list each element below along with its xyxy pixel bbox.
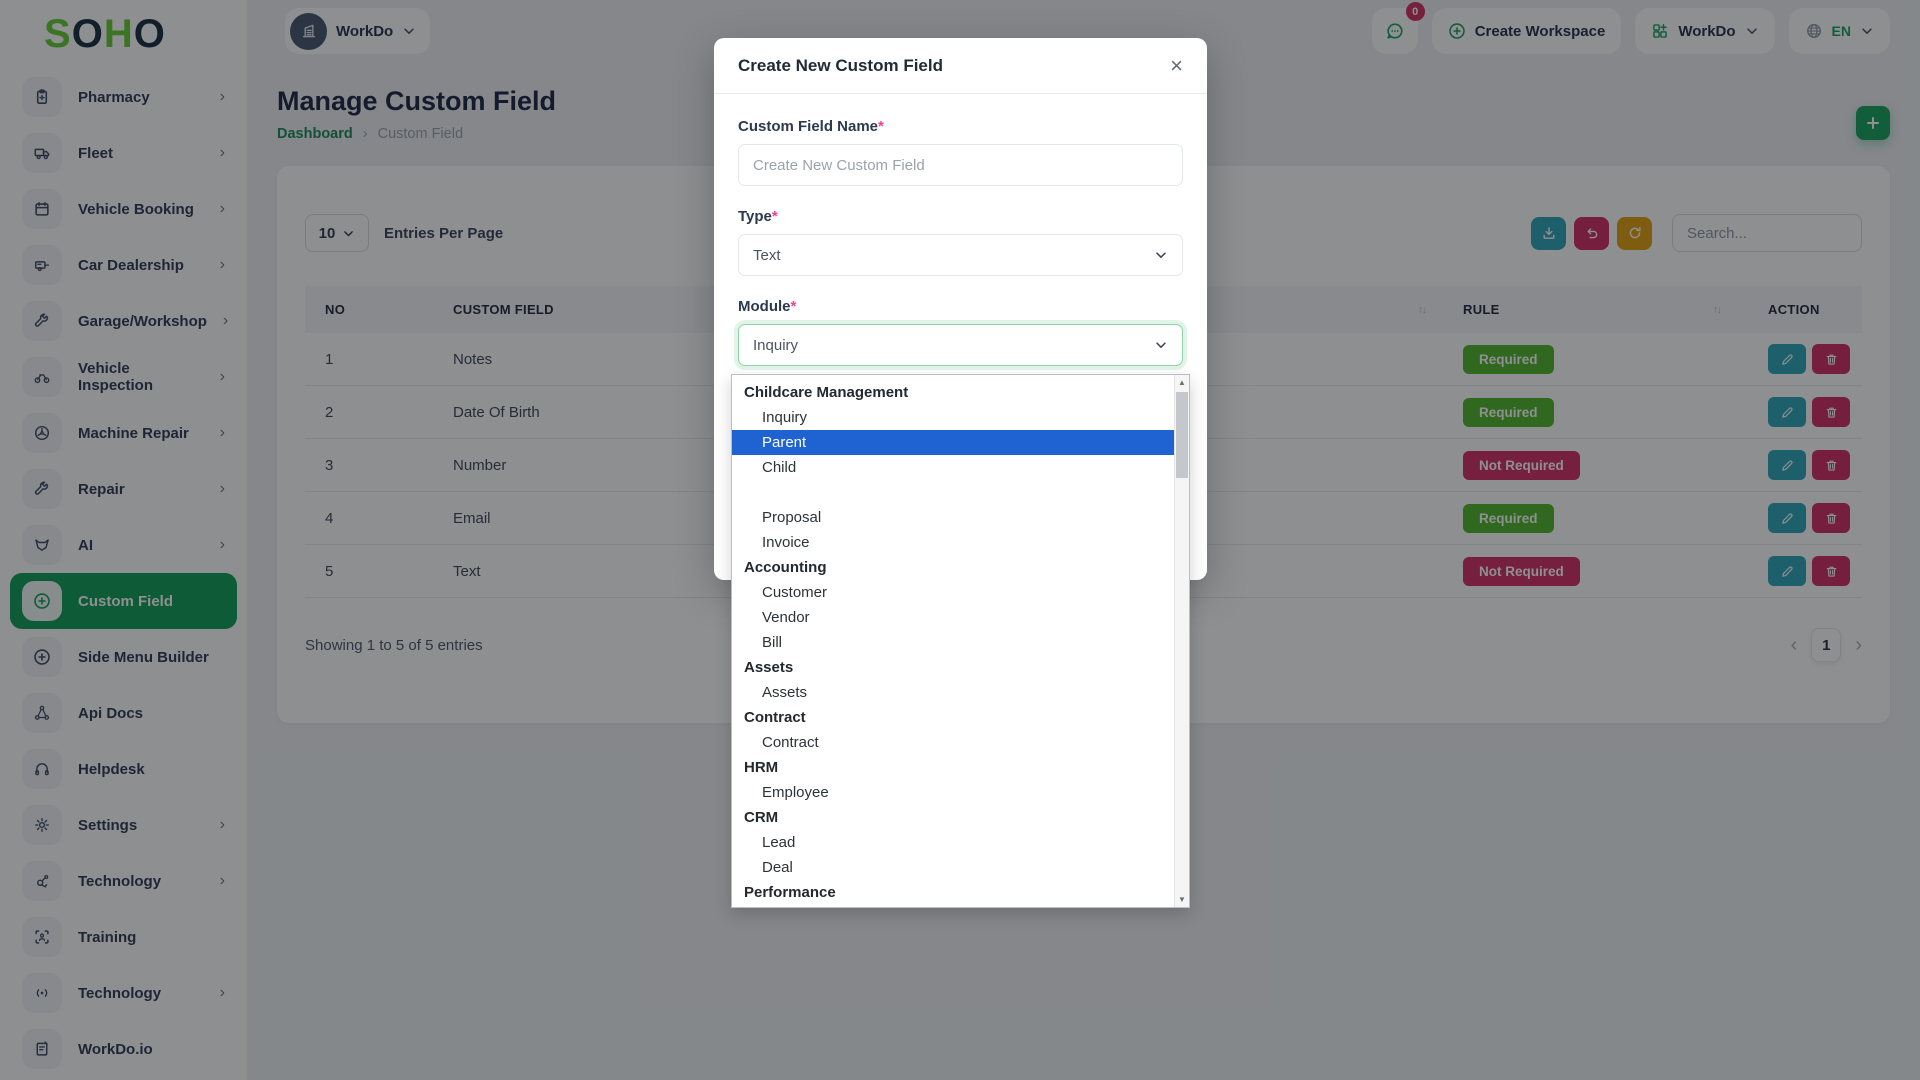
dropdown-group-label: Performance — [744, 884, 836, 901]
required-asterisk: * — [771, 208, 778, 225]
dropdown-group-label — [732, 480, 1174, 505]
dropdown-option[interactable]: Invoice — [732, 530, 1174, 555]
dropdown-scrollbar[interactable]: ▲ ▼ — [1174, 375, 1189, 907]
dropdown-option[interactable]: Contract — [732, 730, 1174, 755]
dropdown-option-selected[interactable]: Parent — [732, 430, 1174, 455]
dropdown-group-label: Contract — [744, 709, 806, 726]
type-label: Type* — [738, 208, 778, 225]
dropdown-option[interactable]: Deal — [732, 855, 1174, 880]
dropdown-group-label: Assets — [744, 659, 794, 676]
dropdown-option[interactable]: Employee — [732, 780, 1174, 805]
dropdown-option[interactable]: Assets — [732, 680, 1174, 705]
chevron-down-icon — [1154, 248, 1168, 262]
module-dropdown-list: Childcare Management Inquiry Parent Chil… — [731, 374, 1190, 908]
modal-title: Create New Custom Field — [738, 55, 943, 75]
scrollbar-down-arrow[interactable]: ▼ — [1175, 892, 1189, 907]
module-label: Module* — [738, 298, 797, 315]
chevron-down-icon — [1154, 338, 1168, 352]
module-select-value: Inquiry — [753, 336, 799, 354]
type-select-value: Text — [753, 246, 781, 264]
dropdown-option[interactable]: Proposal — [732, 505, 1174, 530]
dropdown-option[interactable]: Child — [732, 455, 1174, 480]
dropdown-option[interactable]: Customer — [732, 580, 1174, 605]
dropdown-group-label: Accounting — [744, 559, 827, 576]
module-select[interactable]: Inquiry — [738, 324, 1183, 366]
dropdown-option[interactable]: Vendor — [732, 605, 1174, 630]
close-icon[interactable]: × — [1170, 54, 1183, 77]
dropdown-option[interactable]: Lead — [732, 830, 1174, 855]
dropdown-group-label: Childcare Management — [744, 384, 909, 401]
dropdown-group-label: CRM — [744, 809, 779, 826]
custom-field-name-input[interactable] — [738, 144, 1183, 186]
required-asterisk: * — [790, 298, 797, 315]
required-asterisk: * — [878, 118, 884, 135]
custom-field-name-label: Custom Field Name* — [738, 118, 884, 135]
scrollbar-thumb[interactable] — [1176, 392, 1188, 478]
dropdown-group-label: HRM — [744, 759, 779, 776]
dropdown-option[interactable]: Inquiry — [732, 405, 1174, 430]
dropdown-option[interactable]: Bill — [732, 630, 1174, 655]
scrollbar-up-arrow[interactable]: ▲ — [1175, 375, 1189, 390]
type-select[interactable]: Text — [738, 234, 1183, 276]
